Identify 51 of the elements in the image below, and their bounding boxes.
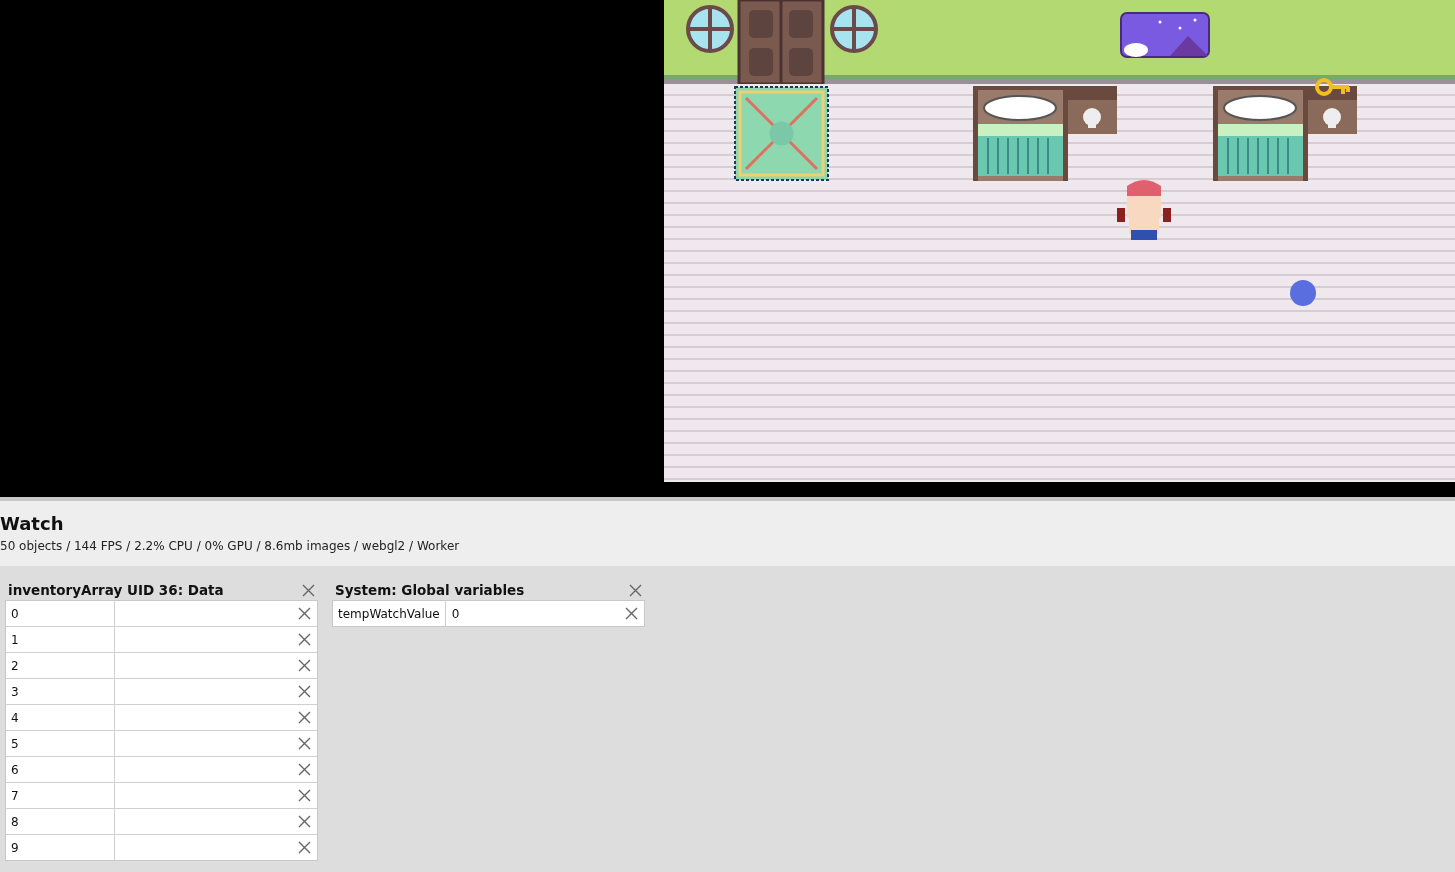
variable-name: 6 (6, 757, 115, 782)
value-field[interactable] (115, 809, 296, 834)
remove-button[interactable] (296, 783, 317, 808)
close-button[interactable] (302, 583, 315, 597)
panel-title: System: Global variables (335, 582, 525, 598)
circle-marker (1290, 280, 1316, 306)
nightstand (1068, 86, 1117, 134)
watch-title: Watch (0, 513, 65, 535)
value-field[interactable] (115, 627, 296, 652)
remove-button[interactable] (296, 653, 317, 678)
close-icon (298, 815, 311, 828)
remove-button[interactable] (296, 809, 317, 834)
remove-button[interactable] (296, 679, 317, 704)
remove-button[interactable] (296, 705, 317, 730)
value-field[interactable] (115, 705, 296, 730)
remove-button[interactable] (296, 757, 317, 782)
close-icon (298, 841, 311, 854)
variable-name: 2 (6, 653, 115, 678)
value-field[interactable] (115, 653, 296, 678)
value-field[interactable] (115, 835, 296, 860)
variable-name: 5 (6, 731, 115, 756)
variable-name: 8 (6, 809, 115, 834)
performance-stats: 50 objects / 144 FPS / 2.2% CPU / 0% GPU / 8.6mb images / webgl2 / Worker (0, 539, 461, 553)
value-field[interactable] (115, 731, 296, 756)
door-icon (737, 0, 825, 84)
variable-name: 9 (6, 835, 115, 860)
key-icon (1315, 75, 1351, 99)
close-icon (298, 737, 311, 750)
value-field[interactable] (115, 757, 296, 782)
remove-button[interactable] (296, 627, 317, 652)
close-icon (298, 607, 311, 620)
close-icon (298, 633, 311, 646)
variable-name: 4 (6, 705, 115, 730)
remove-button[interactable] (296, 731, 317, 756)
variable-name: 7 (6, 783, 115, 808)
nightstand (1308, 86, 1357, 134)
close-icon (298, 711, 311, 724)
value-field[interactable] (115, 601, 296, 626)
panel-title: inventoryArray UID 36: Data (8, 582, 224, 598)
value-field[interactable] (115, 783, 296, 808)
close-icon (298, 763, 311, 776)
close-icon (298, 659, 311, 672)
remove-button[interactable] (296, 601, 317, 626)
variable-name: 0 (6, 601, 115, 626)
remove-button[interactable] (296, 835, 317, 860)
value-field[interactable] (115, 679, 296, 704)
close-button[interactable] (629, 583, 642, 597)
close-icon (298, 685, 311, 698)
variable-name: 1 (6, 627, 115, 652)
close-icon (298, 789, 311, 802)
variable-name: 3 (6, 679, 115, 704)
